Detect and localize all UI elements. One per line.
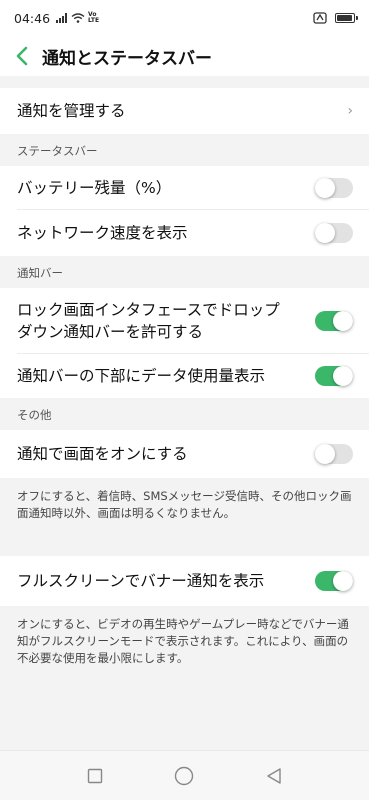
back-triangle-icon	[267, 767, 281, 784]
status-time: 04:46	[14, 10, 51, 26]
volte-badge: Vo LTE	[88, 11, 100, 24]
lockscreen-dropdown-item[interactable]: ロック画面インタフェースでドロップダウン通知バーを許可する	[0, 288, 369, 354]
screen-on-toggle[interactable]	[315, 444, 353, 464]
battery-percent-toggle[interactable]	[315, 178, 353, 198]
fullscreen-banner-label: フルスクリーンでバナー通知を表示	[17, 572, 265, 590]
system-nav-bar	[0, 750, 369, 800]
signal-icon	[56, 13, 68, 23]
page-title: 通知とステータスバー	[42, 48, 212, 69]
app-header: 通知とステータスバー	[0, 36, 369, 76]
wifi-icon	[71, 13, 85, 23]
network-speed-item[interactable]: ネットワーク速度を表示	[0, 210, 369, 256]
data-usage-toggle[interactable]	[315, 366, 353, 386]
recents-button[interactable]	[75, 761, 115, 791]
battery-icon	[335, 13, 358, 23]
fullscreen-banner-toggle[interactable]	[315, 571, 353, 591]
lockscreen-dropdown-label: ロック画面インタフェースでドロップダウン通知バーを許可する	[17, 301, 280, 341]
chevron-right-icon: ›	[347, 103, 353, 119]
back-arrow-icon[interactable]	[14, 45, 30, 67]
section-header-other: その他	[0, 398, 369, 430]
settings-list: 通知を管理する › ステータスバー バッテリー残量（%） ネットワーク速度を表示…	[0, 76, 369, 667]
battery-percent-item[interactable]: バッテリー残量（%）	[0, 166, 369, 210]
screen-on-label: 通知で画面をオンにする	[17, 445, 188, 463]
fullscreen-banner-description: オンにすると、ビデオの再生時やゲームプレー時などでバナー通知がフルスクリーンモー…	[0, 606, 369, 667]
nfc-icon	[313, 12, 327, 24]
fullscreen-banner-item[interactable]: フルスクリーンでバナー通知を表示	[0, 556, 369, 606]
recents-square-icon	[87, 768, 103, 783]
manage-notifications-item[interactable]: 通知を管理する ›	[0, 88, 369, 134]
data-usage-item[interactable]: 通知バーの下部にデータ使用量表示	[0, 354, 369, 398]
network-speed-label: ネットワーク速度を表示	[17, 224, 188, 242]
network-speed-toggle[interactable]	[315, 223, 353, 243]
manage-notifications-label: 通知を管理する	[17, 102, 126, 120]
battery-percent-label: バッテリー残量（%）	[17, 179, 172, 197]
home-circle-icon	[175, 766, 194, 785]
lockscreen-dropdown-toggle[interactable]	[315, 311, 353, 331]
back-button[interactable]	[254, 761, 294, 791]
screen-on-description: オフにすると、着信時、SMSメッセージ受信時、その他ロック画面通知時以外、画面は…	[0, 478, 369, 534]
data-usage-label: 通知バーの下部にデータ使用量表示	[17, 367, 266, 385]
status-bar: 04:46 Vo LTE	[0, 0, 369, 36]
home-button[interactable]	[164, 761, 204, 791]
section-header-notification-bar: 通知バー	[0, 256, 369, 288]
screen-on-item[interactable]: 通知で画面をオンにする	[0, 430, 369, 478]
section-header-status-bar: ステータスバー	[0, 134, 369, 166]
